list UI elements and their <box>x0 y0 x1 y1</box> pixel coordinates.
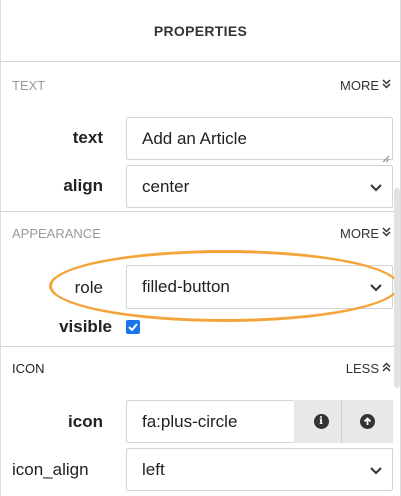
panel-header: PROPERTIES <box>1 0 400 62</box>
text-input[interactable]: Add an Article <box>126 117 393 163</box>
more-label: MORE <box>340 226 379 241</box>
icon-input[interactable]: fa:plus-circle <box>126 400 294 443</box>
icon-align-label: icon_align <box>12 460 89 479</box>
resize-handle-icon[interactable] <box>381 148 390 163</box>
chevron-down-icon <box>370 177 382 197</box>
icon-align-select-value: left <box>142 459 165 479</box>
icon-upload-button[interactable] <box>341 400 393 443</box>
role-select-value: filled-button <box>142 277 230 296</box>
double-chevron-up-icon <box>382 362 391 375</box>
align-select[interactable]: center <box>126 165 393 208</box>
appearance-more-button[interactable]: MORE <box>340 226 391 241</box>
align-select-value: center <box>142 176 190 196</box>
double-chevron-down-icon <box>382 79 391 92</box>
chevron-down-icon <box>370 460 382 480</box>
section-title-icon: ICON <box>12 361 45 376</box>
icon-input-value: fa:plus-circle <box>142 411 238 431</box>
text-label: text <box>72 128 103 147</box>
info-icon: i <box>313 414 329 429</box>
icon-less-button[interactable]: LESS <box>346 361 391 376</box>
double-chevron-down-icon <box>382 227 391 240</box>
visible-label: visible <box>59 317 112 336</box>
properties-panel: PROPERTIES TEXT MORE text Add an Article… <box>0 0 401 496</box>
section-divider <box>1 346 400 347</box>
role-select[interactable]: filled-button <box>126 265 393 309</box>
less-label: LESS <box>345 361 379 376</box>
arrow-up-circle-icon <box>360 414 375 429</box>
chevron-down-icon <box>370 277 382 297</box>
scrollbar[interactable] <box>394 188 400 388</box>
panel-title: PROPERTIES <box>153 22 248 39</box>
text-input-value: Add an Article <box>142 128 247 148</box>
align-label: align <box>63 176 103 195</box>
icon-info-button[interactable]: i <box>294 400 348 443</box>
icon-label: icon <box>68 412 103 431</box>
section-title-appearance: APPEARANCE <box>12 226 101 241</box>
more-label: MORE <box>340 78 379 93</box>
section-title-text: TEXT <box>12 78 46 93</box>
role-label: role <box>74 278 103 297</box>
icon-align-select[interactable]: left <box>126 448 393 491</box>
visible-checkbox[interactable] <box>126 320 140 334</box>
section-divider <box>1 211 400 212</box>
text-more-button[interactable]: MORE <box>340 78 391 93</box>
